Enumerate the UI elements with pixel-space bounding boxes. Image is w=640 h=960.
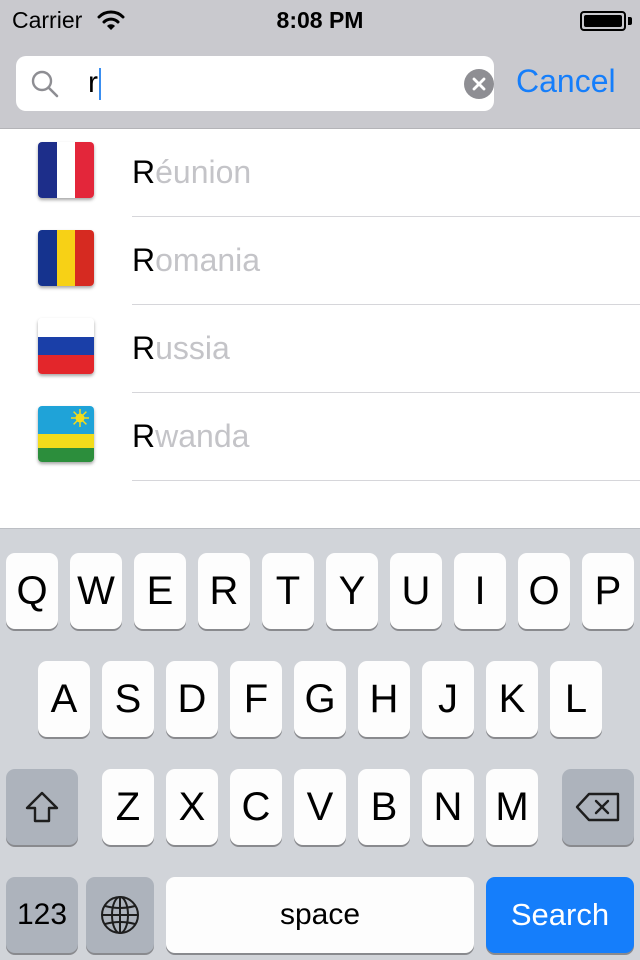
key-h[interactable]: H	[358, 661, 410, 737]
key-j[interactable]: J	[422, 661, 474, 737]
row-divider	[132, 480, 640, 481]
key-a[interactable]: A	[38, 661, 90, 737]
key-n[interactable]: N	[422, 769, 474, 845]
key-m[interactable]: M	[486, 769, 538, 845]
country-name-match: R	[132, 418, 156, 454]
battery-tip	[628, 17, 632, 25]
globe-key[interactable]	[86, 877, 154, 953]
clock-label: 8:08 PM	[276, 7, 364, 33]
key-v[interactable]: V	[294, 769, 346, 845]
key-l[interactable]: L	[550, 661, 602, 737]
search-query-text: r	[88, 66, 98, 99]
romania-flag-icon	[38, 230, 94, 286]
key-w[interactable]: W	[70, 553, 122, 629]
space-key[interactable]: space	[166, 877, 474, 953]
key-p[interactable]: P	[582, 553, 634, 629]
key-e[interactable]: E	[134, 553, 186, 629]
country-name: Rwanda	[132, 417, 249, 455]
country-name-match: R	[132, 242, 156, 278]
search-key[interactable]: Search	[486, 877, 634, 953]
country-name-match: R	[132, 154, 156, 190]
russia-flag-icon	[38, 318, 94, 374]
search-input[interactable]: r	[16, 56, 494, 111]
country-name-rest: omania	[155, 242, 261, 278]
country-name-rest: ussia	[155, 330, 230, 366]
key-o[interactable]: O	[518, 553, 570, 629]
key-y[interactable]: Y	[326, 553, 378, 629]
key-z[interactable]: Z	[102, 769, 154, 845]
list-item[interactable]: Rwanda	[0, 393, 640, 481]
search-icon	[31, 70, 59, 98]
country-name-rest: éunion	[155, 154, 252, 190]
list-item[interactable]: Réunion	[0, 129, 640, 217]
key-u[interactable]: U	[390, 553, 442, 629]
key-t[interactable]: T	[262, 553, 314, 629]
keyboard: Q W E R T Y U I O P A S D F G H J K L Z …	[0, 528, 640, 960]
cancel-button[interactable]: Cancel	[516, 61, 616, 101]
backspace-icon	[575, 792, 620, 822]
key-g[interactable]: G	[294, 661, 346, 737]
key-b[interactable]: B	[358, 769, 410, 845]
key-i[interactable]: I	[454, 553, 506, 629]
key-f[interactable]: F	[230, 661, 282, 737]
key-q[interactable]: Q	[6, 553, 58, 629]
country-search-screen: Carrier 8:08 PM r Cancel Réunion Romania…	[0, 0, 640, 960]
search-results-list: Réunion Romania Russia Rwanda	[0, 129, 640, 528]
key-x[interactable]: X	[166, 769, 218, 845]
text-cursor	[99, 68, 101, 100]
shift-key[interactable]	[6, 769, 78, 845]
country-name: Réunion	[132, 153, 251, 191]
key-s[interactable]: S	[102, 661, 154, 737]
delete-key[interactable]	[562, 769, 634, 845]
status-bar: Carrier 8:08 PM	[0, 0, 640, 40]
list-item[interactable]: Romania	[0, 217, 640, 305]
list-item[interactable]: Russia	[0, 305, 640, 393]
shift-arrow-icon	[25, 791, 59, 823]
clear-search-button[interactable]	[464, 69, 494, 99]
numbers-key[interactable]: 123	[6, 877, 78, 953]
france-flag-icon	[38, 142, 94, 198]
key-r[interactable]: R	[198, 553, 250, 629]
country-name-match: R	[132, 330, 156, 366]
key-c[interactable]: C	[230, 769, 282, 845]
key-d[interactable]: D	[166, 661, 218, 737]
globe-icon	[101, 896, 139, 934]
search-bar-area: Carrier 8:08 PM r Cancel	[0, 0, 640, 129]
key-k[interactable]: K	[486, 661, 538, 737]
country-name-rest: wanda	[155, 418, 250, 454]
country-name: Romania	[132, 241, 260, 279]
battery-icon	[580, 11, 626, 31]
close-icon	[472, 77, 486, 91]
rwanda-flag-icon	[38, 406, 94, 462]
country-name: Russia	[132, 329, 230, 367]
